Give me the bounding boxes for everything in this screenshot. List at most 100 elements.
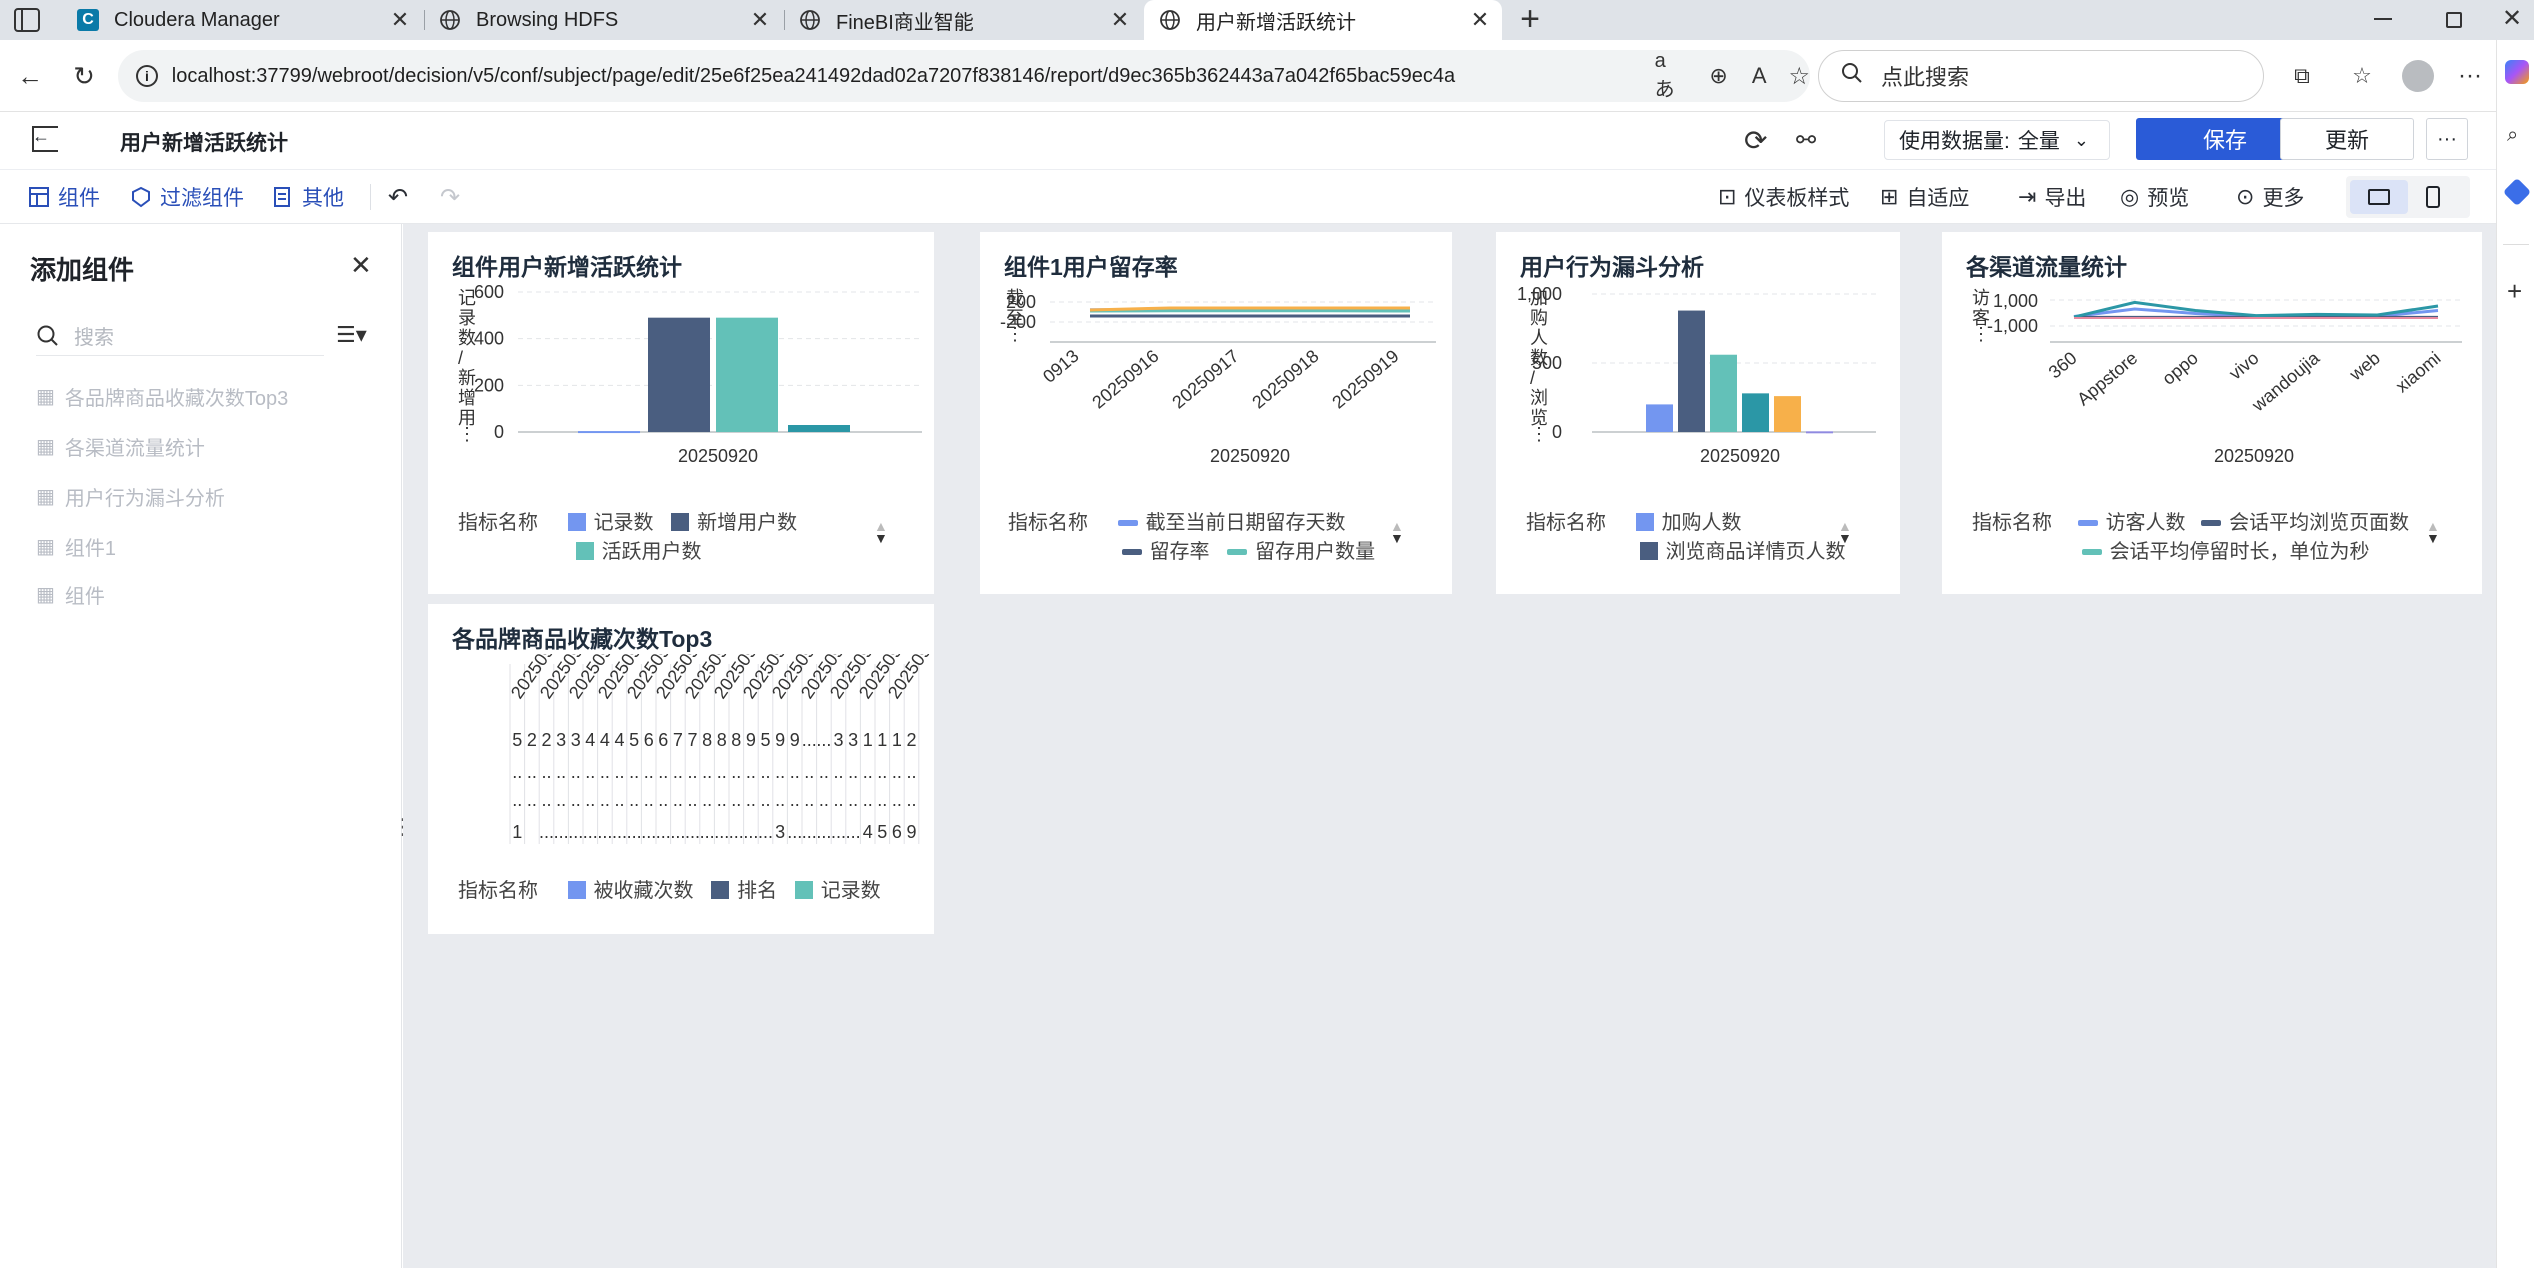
- desktop-view-icon[interactable]: [2350, 180, 2408, 214]
- close-icon[interactable]: ✕: [386, 7, 414, 33]
- browser-menu-icon[interactable]: ···: [2452, 58, 2488, 94]
- chart-card-retention[interactable]: 组件1用户留存率 截至⋮ 200 -200 0913 20250916 20250917…: [980, 232, 1452, 594]
- minimize-icon[interactable]: [2374, 18, 2392, 20]
- chart-card-new-active-users[interactable]: 组件用户新增活跃统计 记录数/新增用⋮ 0 200 400 600 20250920 指…: [428, 232, 934, 594]
- more-toolbar-label: 更多: [2262, 187, 2305, 210]
- legend-scroll-icon[interactable]: ▲ ▼: [2426, 519, 2440, 545]
- new-tab-icon[interactable]: +: [1512, 2, 1548, 38]
- legend-item[interactable]: 留存率: [1121, 541, 1210, 563]
- undo-icon[interactable]: ↶: [388, 170, 408, 224]
- legend-item[interactable]: 访客人数: [2077, 512, 2186, 534]
- legend-item[interactable]: 会话平均停留时长，单位为秒: [2081, 541, 2370, 563]
- extensions-icon[interactable]: ⧉: [2284, 58, 2320, 94]
- relation-icon[interactable]: ⚯: [1796, 126, 1816, 155]
- chart-icon: ▦: [36, 386, 55, 408]
- legend-item[interactable]: 活跃用户数: [575, 541, 702, 563]
- close-icon[interactable]: ✕: [1466, 7, 1494, 33]
- adapt-button[interactable]: ⊞ 自适应: [1880, 170, 1969, 224]
- filter-sort-icon[interactable]: ☰▾: [336, 322, 367, 348]
- mobile-view-icon[interactable]: [2426, 186, 2440, 208]
- more-button[interactable]: ···: [2426, 118, 2468, 160]
- chart-card-channel-traffic[interactable]: 各渠道流量统计 访客⋮ 1,000 -1,000 360 Appstore oppo vi…: [1942, 232, 2482, 594]
- add-icon[interactable]: +: [2507, 276, 2522, 307]
- exit-icon[interactable]: ←: [32, 126, 58, 152]
- filter-component-button[interactable]: 过滤组件: [130, 170, 244, 224]
- component-search-input[interactable]: 搜索: [36, 316, 324, 356]
- table-cell: ..: [804, 762, 814, 782]
- tab-finebi[interactable]: FineBI商业智能 ✕: [784, 2, 1142, 38]
- restore-icon[interactable]: [2446, 12, 2462, 28]
- tab-hdfs[interactable]: Browsing HDFS ✕: [424, 2, 782, 38]
- legend-item[interactable]: 排名: [711, 880, 777, 902]
- legend-item[interactable]: 截至当前日期留存天数: [1117, 512, 1346, 534]
- y-tick-label: 200: [474, 375, 504, 395]
- legend-item[interactable]: 会话平均浏览页面数: [2201, 512, 2409, 534]
- dashboard-style-button[interactable]: ⊡ 仪表板样式: [1718, 170, 1849, 224]
- tab-active-report[interactable]: 用户新增活跃统计 ✕: [1144, 0, 1502, 40]
- search-box[interactable]: 点此搜索: [1818, 50, 2264, 102]
- legend-scroll-icon[interactable]: ▲ ▼: [1390, 519, 1404, 545]
- component-label: 组件: [58, 187, 100, 210]
- tab-cloudera[interactable]: C Cloudera Manager ✕: [62, 2, 422, 38]
- other-icon: [274, 187, 290, 207]
- component-button[interactable]: 组件: [28, 170, 100, 224]
- chart-card-brand-top3[interactable]: 各品牌商品收藏次数Top3 2025091 2025091 2025091 20250…: [428, 604, 934, 934]
- table-cell: 7: [687, 730, 697, 750]
- read-aloud-icon[interactable]: A: [1752, 63, 1767, 89]
- cloudera-icon: C: [76, 8, 100, 32]
- favorites-icon[interactable]: ☆: [2344, 58, 2380, 94]
- search-icon: [1841, 62, 1863, 90]
- legend-scroll-icon[interactable]: ▲ ▼: [874, 519, 888, 545]
- tab-label: 用户新增活跃统计: [1196, 11, 1356, 34]
- search-placeholder: 搜索: [74, 327, 114, 349]
- zoom-icon[interactable]: ⊕: [1709, 63, 1727, 89]
- back-icon[interactable]: ←: [12, 58, 48, 94]
- update-button[interactable]: 更新: [2280, 118, 2414, 160]
- legend-scroll-icon[interactable]: ▲ ▼: [1838, 519, 1852, 545]
- sidebar-item-component[interactable]: ▦ 组件: [36, 580, 105, 609]
- close-panel-icon[interactable]: ✕: [350, 250, 372, 281]
- table-cell: ...: [787, 822, 802, 842]
- avatar[interactable]: [2402, 60, 2434, 92]
- sidebar-item-channel-traffic[interactable]: ▦ 各渠道流量统计: [36, 432, 205, 461]
- sidebar-item-brand-top3[interactable]: ▦ 各品牌商品收藏次数Top3: [36, 382, 288, 411]
- shopping-icon[interactable]: [2502, 177, 2532, 207]
- url-field[interactable]: i localhost:37799/webroot/decision/v5/co…: [118, 50, 1810, 102]
- tab-label: FineBI商业智能: [836, 11, 974, 34]
- close-window-icon[interactable]: ✕: [2502, 4, 2522, 33]
- legend-item[interactable]: 加购人数: [1635, 512, 1742, 534]
- redo-icon[interactable]: ↷: [440, 170, 460, 224]
- table-cell: ..: [673, 790, 683, 810]
- legend-item[interactable]: 浏览商品详情页人数: [1639, 541, 1846, 563]
- sidebar-item-component1[interactable]: ▦ 组件1: [36, 532, 116, 561]
- preview-button[interactable]: ◎ 预览: [2120, 170, 2189, 224]
- close-icon[interactable]: ✕: [1106, 7, 1134, 33]
- table-cell: ...: [729, 822, 744, 842]
- copilot-icon[interactable]: [2505, 60, 2529, 84]
- info-icon[interactable]: i: [136, 65, 158, 87]
- translate-icon[interactable]: aあ: [1655, 50, 1686, 102]
- favorite-star-icon[interactable]: ☆: [1789, 62, 1811, 91]
- legend-item[interactable]: 留存用户数量: [1227, 541, 1375, 563]
- more-toolbar-button[interactable]: ⊙ 更多: [2236, 170, 2304, 224]
- legend-label: 留存用户数量: [1255, 541, 1376, 563]
- other-button[interactable]: 其他: [272, 170, 344, 224]
- legend-item[interactable]: 被收藏次数: [567, 880, 694, 902]
- legend-item[interactable]: 新增用户数: [671, 512, 797, 534]
- export-button[interactable]: ⇥ 导出: [2018, 170, 2086, 224]
- close-icon[interactable]: ✕: [746, 7, 774, 33]
- chart-card-funnel[interactable]: 用户行为漏斗分析 加购人数/浏览⋮ 0 500 1,000 20250920 指标名称…: [1496, 232, 1900, 594]
- tab-actions-icon[interactable]: [14, 8, 40, 32]
- legend-item[interactable]: 记录数: [794, 880, 881, 902]
- data-usage-value: 全量: [2017, 130, 2060, 153]
- search-icon[interactable]: ⌕: [2507, 124, 2518, 147]
- legend-label: 浏览商品详情页人数: [1665, 541, 1846, 563]
- table-cell: ..: [775, 762, 785, 782]
- sidebar-item-funnel[interactable]: ▦ 用户行为漏斗分析: [36, 482, 225, 511]
- reload-icon[interactable]: ↻: [66, 58, 102, 94]
- legend-item[interactable]: 记录数: [567, 512, 654, 534]
- refresh-icon[interactable]: ⟳: [1744, 124, 1767, 157]
- data-usage-select[interactable]: 使用数据量: 全量 ⌄: [1884, 120, 2110, 160]
- x-tick-label: 0913: [1039, 346, 1083, 387]
- page-title: 用户新增活跃统计: [120, 132, 288, 155]
